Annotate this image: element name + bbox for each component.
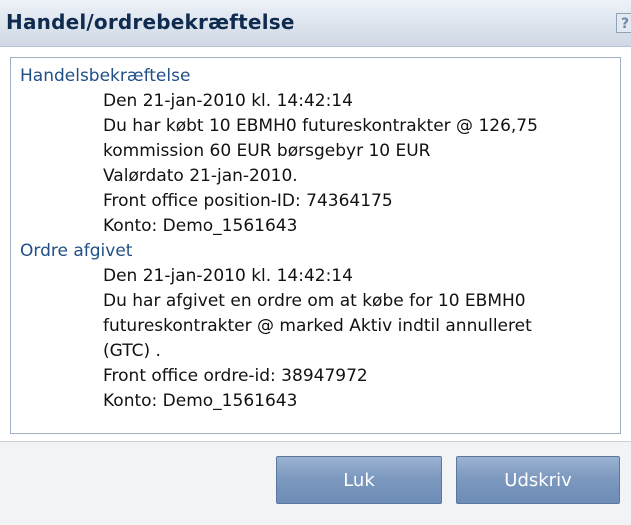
trade-confirmation-line: kommission 60 EUR børsgebyr 10 EUR xyxy=(103,141,431,161)
trade-confirmation-line: Du har købt 10 EBMH0 futureskontrakter @… xyxy=(103,116,538,136)
trade-confirmation-line: Front office position-ID: 74364175 xyxy=(103,191,393,211)
trade-confirmation-dialog: Handel/ordrebekræftelse ? Handelsbekræft… xyxy=(0,0,631,525)
print-button[interactable]: Udskriv xyxy=(456,456,620,504)
close-button[interactable]: Luk xyxy=(276,456,442,504)
title-bar: Handel/ordrebekræftelse ? xyxy=(0,0,631,47)
order-placed-line: Konto: Demo_1561643 xyxy=(103,391,298,411)
trade-confirmation-line: Valørdato 21-jan-2010. xyxy=(103,166,298,186)
order-placed-line: Den 21-jan-2010 kl. 14:42:14 xyxy=(103,266,353,286)
dialog-title: Handel/ordrebekræftelse xyxy=(6,10,295,34)
trade-confirmation-heading: Handelsbekræftelse xyxy=(20,66,191,86)
order-placed-heading: Ordre afgivet xyxy=(20,241,133,261)
order-placed-line: Front office ordre-id: 38947972 xyxy=(103,366,368,386)
trade-confirmation-line: Den 21-jan-2010 kl. 14:42:14 xyxy=(103,91,353,111)
trade-confirmation-line: Konto: Demo_1561643 xyxy=(103,216,298,236)
order-placed-line: futureskontrakter @ marked Aktiv indtil … xyxy=(103,316,532,336)
order-placed-line: Du har afgivet en ordre om at købe for 1… xyxy=(103,291,526,311)
order-placed-line: (GTC) . xyxy=(103,341,161,361)
help-icon[interactable]: ? xyxy=(616,13,631,33)
confirmation-content-panel: Handelsbekræftelse Den 21-jan-2010 kl. 1… xyxy=(10,57,621,434)
